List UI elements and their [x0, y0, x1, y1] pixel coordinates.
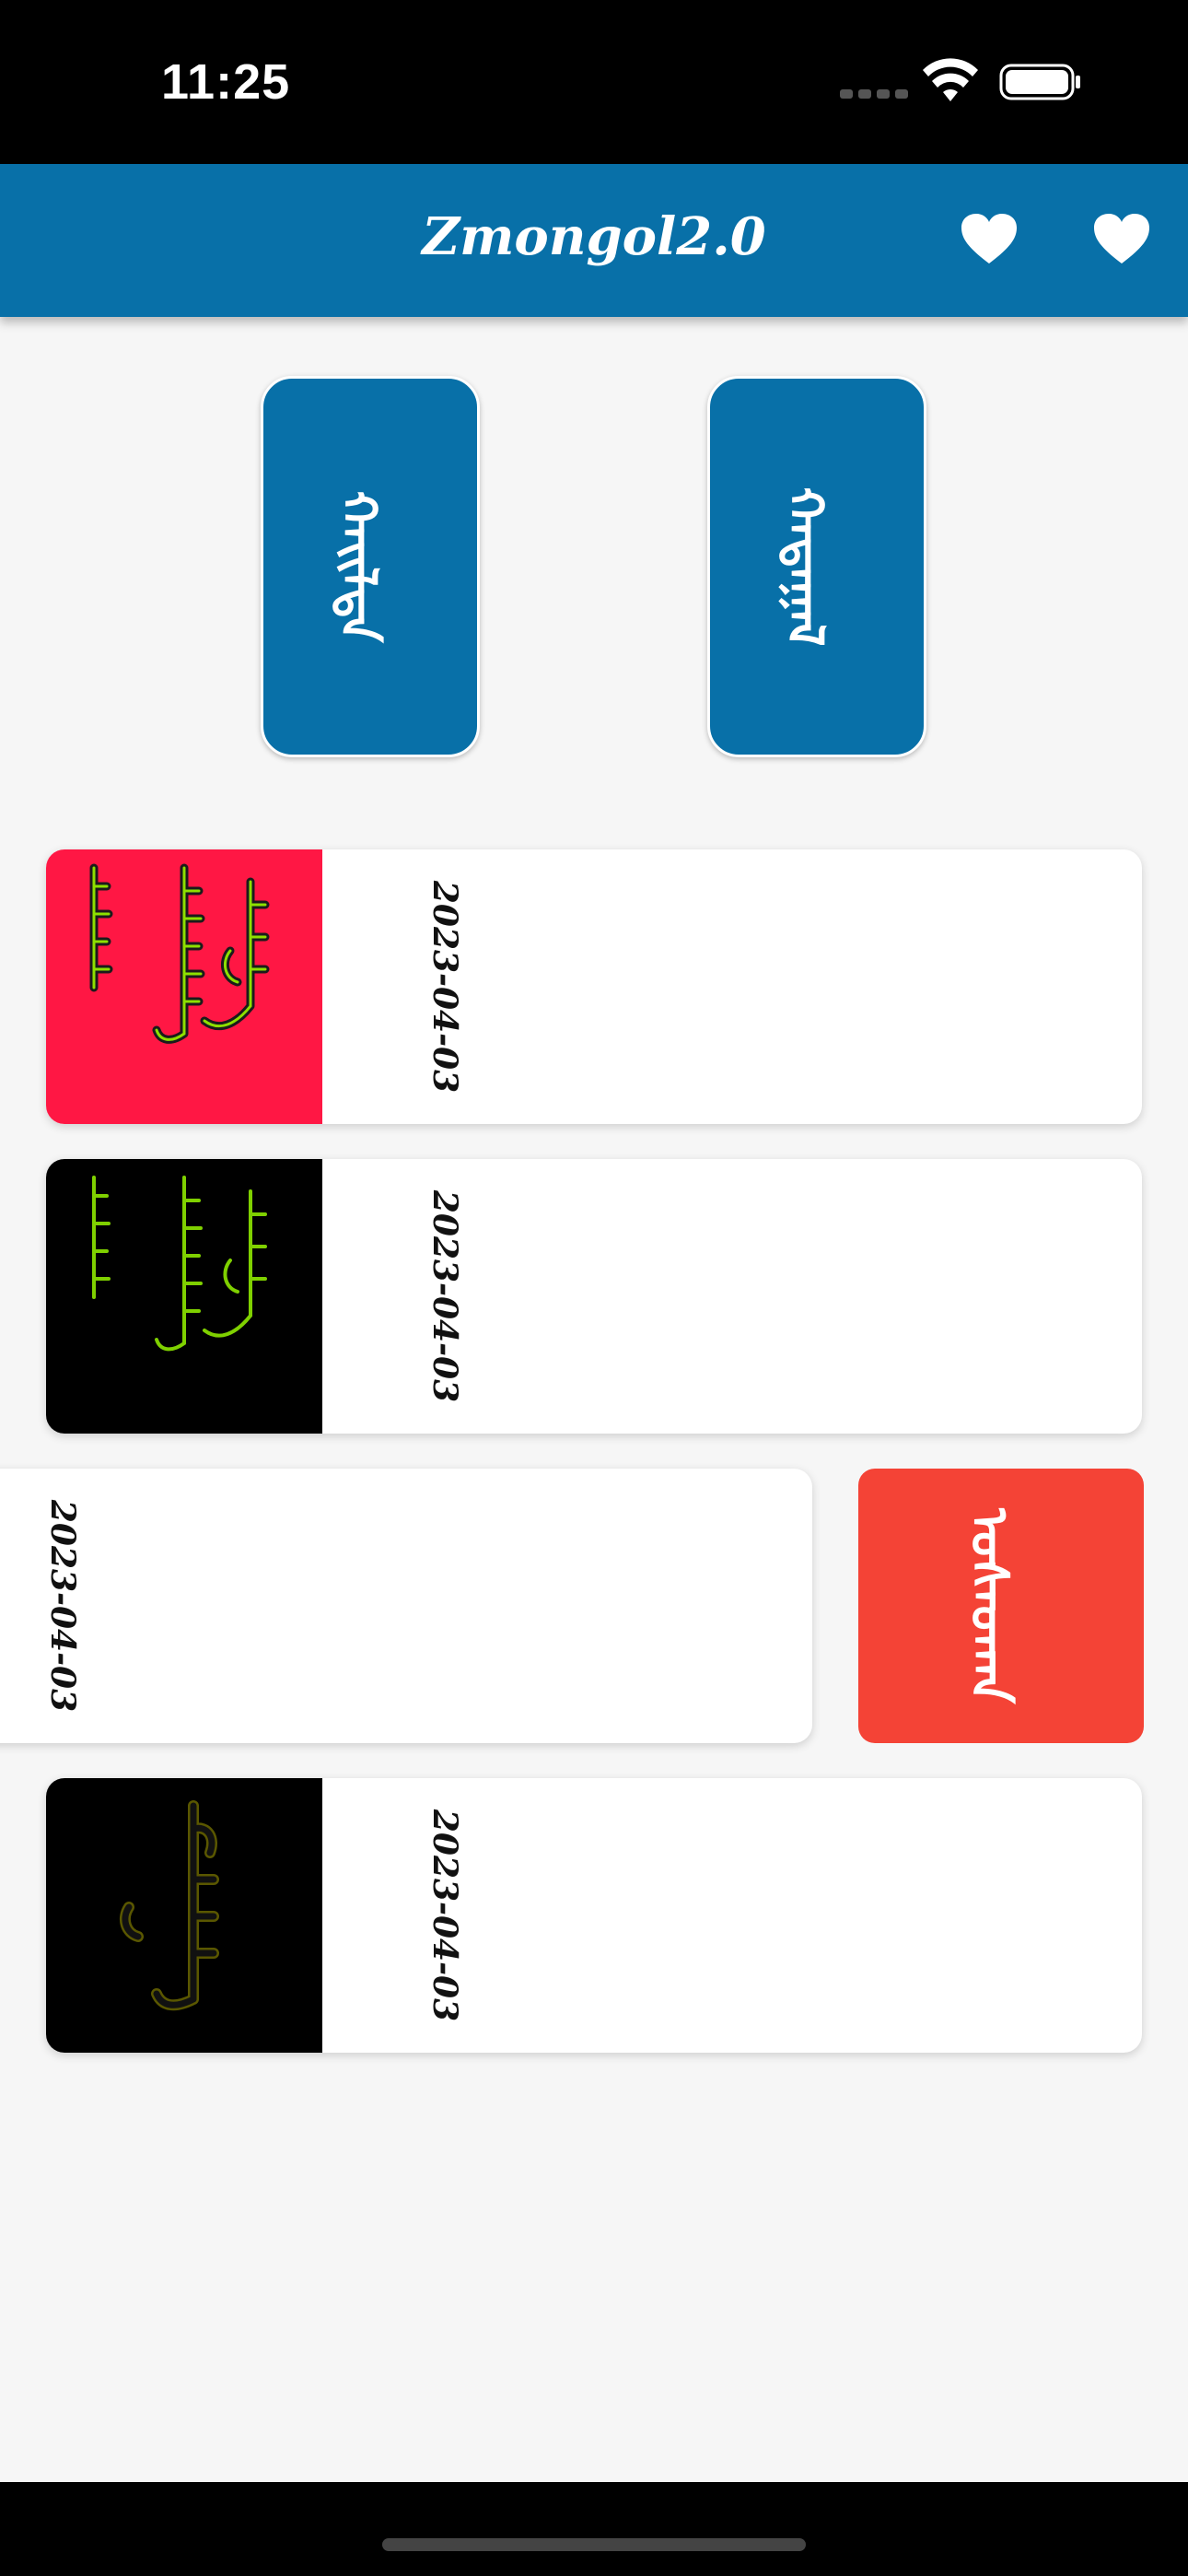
battery-icon	[999, 64, 1080, 100]
item-date: 2023-04-03	[425, 880, 464, 1094]
thumbnail-image	[46, 849, 322, 1124]
heart-icon[interactable]	[960, 212, 1019, 267]
status-bar: 11:25	[0, 0, 1188, 164]
list-item[interactable]: 2023-04-03	[46, 1778, 1142, 2053]
delete-button-label: ᠤᠰᠠᠳᠬᠠ	[959, 1508, 1019, 1704]
home-indicator-bar	[0, 2482, 1188, 2576]
top-button-1-label: ᠬᠠᠢᠯᠲᠠ	[329, 490, 389, 643]
delete-button[interactable]: ᠤᠰᠠᠳᠬᠠ	[858, 1469, 1144, 1743]
mongolian-text-image	[92, 1176, 267, 1352]
thumbnail-image	[46, 1159, 322, 1434]
item-date: 2023-04-03	[425, 1189, 464, 1403]
list-item[interactable]: 2023-04-03	[46, 849, 1142, 1124]
app-bar: Zmongol2.0	[0, 164, 1188, 317]
wifi-icon	[923, 58, 978, 101]
item-date: 2023-04-03	[43, 1499, 82, 1713]
thumbnail-image	[46, 1778, 322, 2053]
cellular-icon	[840, 85, 914, 102]
home-indicator[interactable]	[382, 2538, 806, 2551]
status-time: 11:25	[161, 54, 291, 110]
list-item-swiped[interactable]: 2023-04-03	[0, 1469, 812, 1743]
mongolian-text-image	[89, 863, 270, 1044]
mongolian-text-image	[119, 1800, 219, 2011]
heart-icon[interactable]	[1092, 212, 1151, 267]
top-button-2-label: ᠬᠠᠳᠠᠭᠠᠯ	[775, 486, 835, 647]
list-item[interactable]: 2023-04-03	[46, 1159, 1142, 1434]
top-button-1[interactable]: ᠬᠠᠢᠯᠲᠠ	[261, 376, 480, 757]
top-button-2[interactable]: ᠬᠠᠳᠠᠭᠠᠯ	[707, 376, 926, 757]
item-date: 2023-04-03	[425, 1809, 464, 2022]
